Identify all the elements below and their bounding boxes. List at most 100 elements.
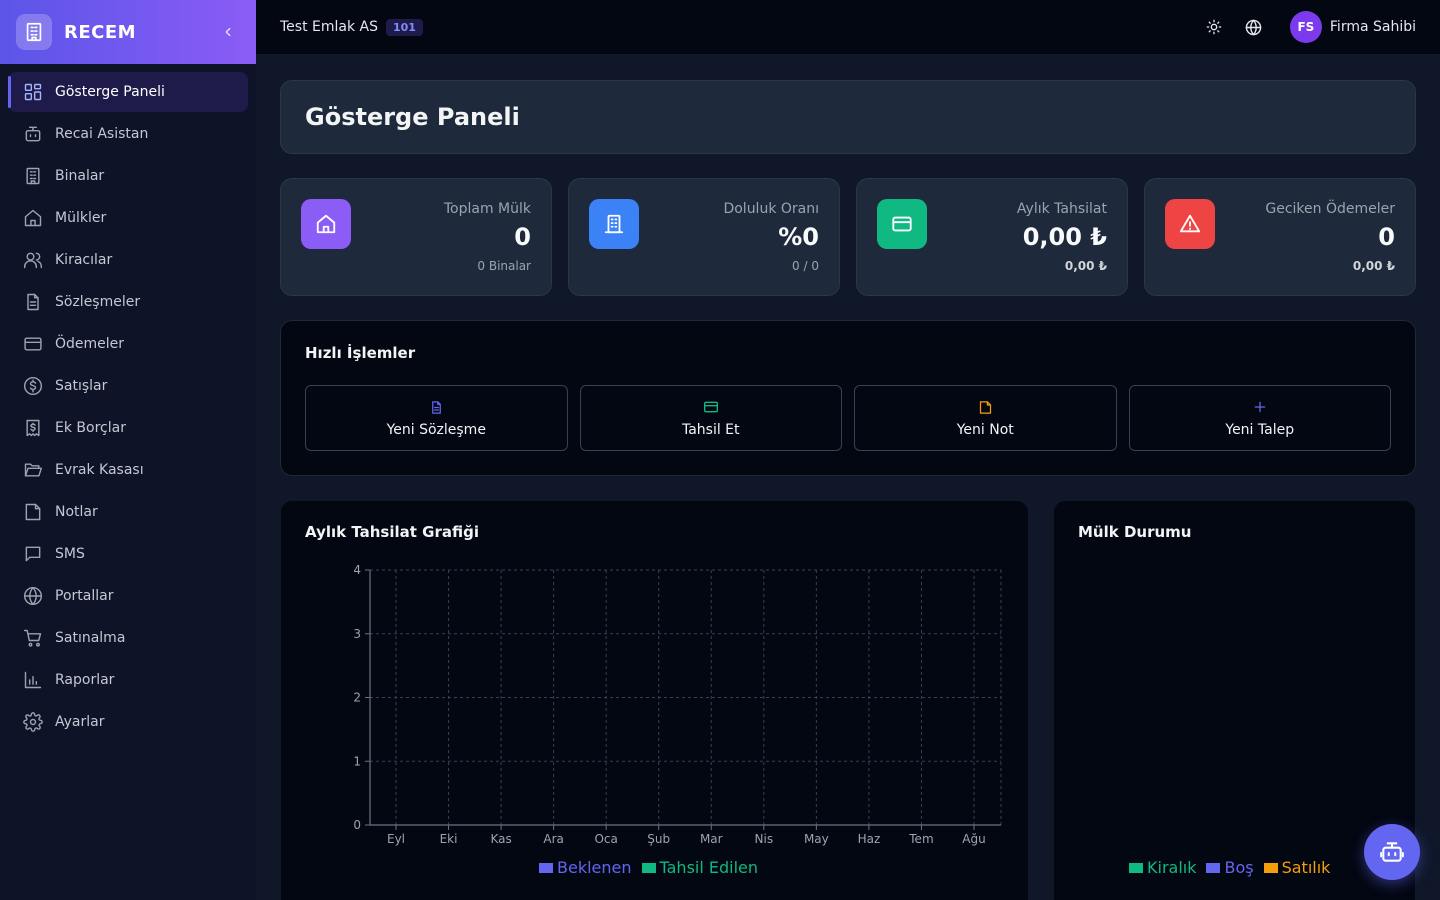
- x-tick-label: Oca: [594, 832, 617, 846]
- sidebar-item[interactable]: Portallar: [8, 576, 248, 616]
- y-tick-label: 0: [353, 818, 361, 832]
- legend-item-for-rent[interactable]: Kiralık: [1129, 858, 1196, 877]
- chevron-left-icon[interactable]: [216, 20, 240, 44]
- stat-subtext: 0,00 ₺: [1064, 259, 1107, 273]
- sidebar-item[interactable]: Mülkler: [8, 198, 248, 238]
- sidebar-item-label: SMS: [55, 546, 85, 562]
- app-root: RECEM Gösterge Paneli Recai Asistan Binala…: [0, 0, 1440, 900]
- x-tick-label: Nis: [755, 832, 774, 846]
- sidebar-item[interactable]: SMS: [8, 534, 248, 574]
- stat-label: Doluluk Oranı: [723, 201, 819, 217]
- legend-item-expected[interactable]: Beklenen: [539, 858, 632, 877]
- sidebar-item[interactable]: Raporlar: [8, 660, 248, 700]
- sidebar-item[interactable]: Ayarlar: [8, 702, 248, 742]
- sidebar-item[interactable]: Sözleşmeler: [8, 282, 248, 322]
- credit-card-icon: [22, 333, 44, 355]
- sticky-note-icon: [22, 501, 44, 523]
- sidebar-item-label: Gösterge Paneli: [55, 84, 165, 100]
- home-icon: [301, 199, 351, 249]
- assistant-fab-button[interactable]: [1364, 824, 1420, 880]
- company-name: Test Emlak AS: [280, 19, 378, 35]
- sidebar-item[interactable]: Ek Borçlar: [8, 408, 248, 448]
- legend-swatch: [539, 862, 553, 873]
- folder-open-icon: [22, 459, 44, 481]
- stat-value: %0: [778, 223, 819, 251]
- legend-item-collected[interactable]: Tahsil Edilen: [641, 858, 759, 877]
- legend-label: Satılık: [1281, 858, 1331, 877]
- sidebar-item-label: Satınalma: [55, 630, 126, 646]
- legend-item-for-sale[interactable]: Satılık: [1263, 858, 1331, 877]
- legend-label: Tahsil Edilen: [659, 858, 759, 877]
- sidebar-item-label: Sözleşmeler: [55, 294, 141, 310]
- avatar: FS: [1289, 11, 1322, 43]
- sidebar-item-label: Binalar: [55, 168, 105, 184]
- x-tick-label: Haz: [858, 832, 881, 846]
- stat-card-monthly-collection: Aylık Tahsilat 0,00 ₺ 0,00 ₺: [856, 178, 1128, 296]
- x-tick-label: Ara: [543, 832, 564, 846]
- new-request-button[interactable]: Yeni Talep: [1128, 385, 1391, 451]
- quick-actions-card: Hızlı İşlemler Yeni Sözleşme Tahsil Et Y…: [280, 320, 1416, 476]
- x-tick-label: Eyl: [387, 832, 405, 846]
- sidebar-item[interactable]: Binalar: [8, 156, 248, 196]
- sidebar-item[interactable]: Evrak Kasası: [8, 450, 248, 490]
- y-tick-label: 4: [353, 563, 361, 577]
- sidebar-item[interactable]: Ödemeler: [8, 324, 248, 364]
- x-tick-label: Kas: [490, 832, 511, 846]
- stat-card-total-properties: Toplam Mülk 0 0 Binalar: [280, 178, 552, 296]
- stat-subtext: 0 Binalar: [477, 259, 531, 273]
- plus-icon: [1253, 398, 1267, 416]
- building-icon: [589, 199, 639, 249]
- sidebar-item-label: Evrak Kasası: [55, 462, 144, 478]
- sidebar-item[interactable]: Notlar: [8, 492, 248, 532]
- stat-label: Aylık Tahsilat: [1016, 201, 1107, 217]
- sidebar-item-label: Kiracılar: [55, 252, 113, 268]
- collect-payment-button[interactable]: Tahsil Et: [579, 385, 842, 451]
- sidebar-item[interactable]: Satınalma: [8, 618, 248, 658]
- user-name: Firma Sahibi: [1329, 19, 1416, 35]
- sticky-note-icon: [978, 398, 993, 416]
- stats-row: Toplam Mülk 0 0 Binalar Doluluk Oranı %0…: [280, 178, 1416, 296]
- legend-swatch: [1263, 862, 1278, 873]
- legend-swatch: [1129, 862, 1143, 873]
- globe-icon: [22, 585, 44, 607]
- property-status-card: Mülk Durumu Kiralık Boş Satılık: [1053, 500, 1416, 900]
- legend-swatch: [1206, 862, 1221, 873]
- x-tick-label: Şub: [647, 832, 670, 846]
- sidebar-item-label: Recai Asistan: [55, 126, 149, 142]
- sidebar-item-label: Ödemeler: [55, 336, 125, 352]
- quick-action-label: Tahsil Et: [681, 422, 740, 438]
- sidebar: RECEM Gösterge Paneli Recai Asistan Binala…: [0, 0, 256, 900]
- main-content: Gösterge Paneli Toplam Mülk 0 0 Binalar …: [256, 55, 1440, 900]
- stat-card-occupancy: Doluluk Oranı %0 0 / 0: [568, 178, 840, 296]
- brand-name: RECEM: [64, 21, 137, 43]
- sidebar-item[interactable]: Recai Asistan: [8, 114, 248, 154]
- user-menu[interactable]: FS Firma Sahibi: [1289, 11, 1416, 43]
- sidebar-item[interactable]: Satışlar: [8, 366, 248, 406]
- building-icon: [22, 165, 44, 187]
- bot-icon: [22, 123, 44, 145]
- company-code-badge: 101: [386, 18, 423, 36]
- quick-actions-title: Hızlı İşlemler: [305, 344, 416, 362]
- globe-icon[interactable]: [1240, 13, 1268, 41]
- legend-label: Boş: [1224, 858, 1254, 877]
- sidebar-item[interactable]: Gösterge Paneli: [8, 72, 248, 112]
- top-actions: FS Firma Sahibi: [1188, 11, 1416, 43]
- stat-value: 0: [1378, 223, 1395, 251]
- legend-item-vacant[interactable]: Boş: [1206, 858, 1254, 877]
- sun-icon[interactable]: [1200, 13, 1228, 41]
- sidebar-item-label: Ek Borçlar: [55, 420, 126, 436]
- legend-swatch: [641, 862, 656, 873]
- topbar: Test Emlak AS 101 FS Firma Sahibi: [256, 0, 1440, 55]
- new-note-button[interactable]: Yeni Not: [854, 385, 1117, 451]
- x-tick-label: Mar: [700, 832, 723, 846]
- sidebar-item[interactable]: Kiracılar: [8, 240, 248, 280]
- stat-value: 0: [514, 223, 531, 251]
- page-title: Gösterge Paneli: [305, 103, 520, 131]
- sidebar-item-label: Mülkler: [55, 210, 107, 226]
- new-contract-button[interactable]: Yeni Sözleşme: [305, 385, 568, 451]
- sidebar-item-label: Raporlar: [55, 672, 115, 688]
- chart-legend: Beklenen Tahsil Edilen: [539, 858, 758, 877]
- y-tick-label: 1: [353, 754, 361, 768]
- building-icon: [16, 14, 52, 50]
- monthly-collection-chart-card: Aylık Tahsilat Grafiği 0 1 2 3 4 Eyl Eki Kas Ara…: [280, 500, 1029, 900]
